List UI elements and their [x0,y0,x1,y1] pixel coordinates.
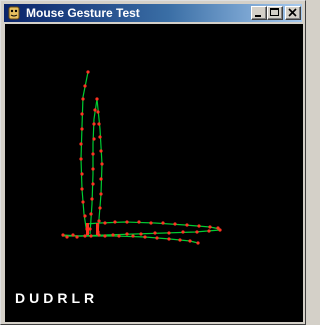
gesture-stroke-down-1 [80,71,89,235]
close-icon [288,8,297,17]
minimize-icon [255,15,261,17]
maximize-button[interactable] [267,6,283,20]
title-bar[interactable]: Mouse Gesture Test [4,4,302,22]
minimize-button[interactable] [251,6,267,20]
main-window: Mouse Gesture Test DUDRLR [0,0,306,325]
maximize-icon [270,8,279,16]
app-icon [8,6,20,20]
gesture-canvas[interactable]: DUDRLR [5,24,303,322]
gesture-result-text: DUDRLR [15,290,99,306]
gesture-drawing [61,70,222,245]
close-button[interactable] [285,6,301,20]
gesture-stroke-down-2 [96,98,103,237]
window-title: Mouse Gesture Test [26,6,140,20]
gesture-stroke-right-2 [62,235,199,244]
